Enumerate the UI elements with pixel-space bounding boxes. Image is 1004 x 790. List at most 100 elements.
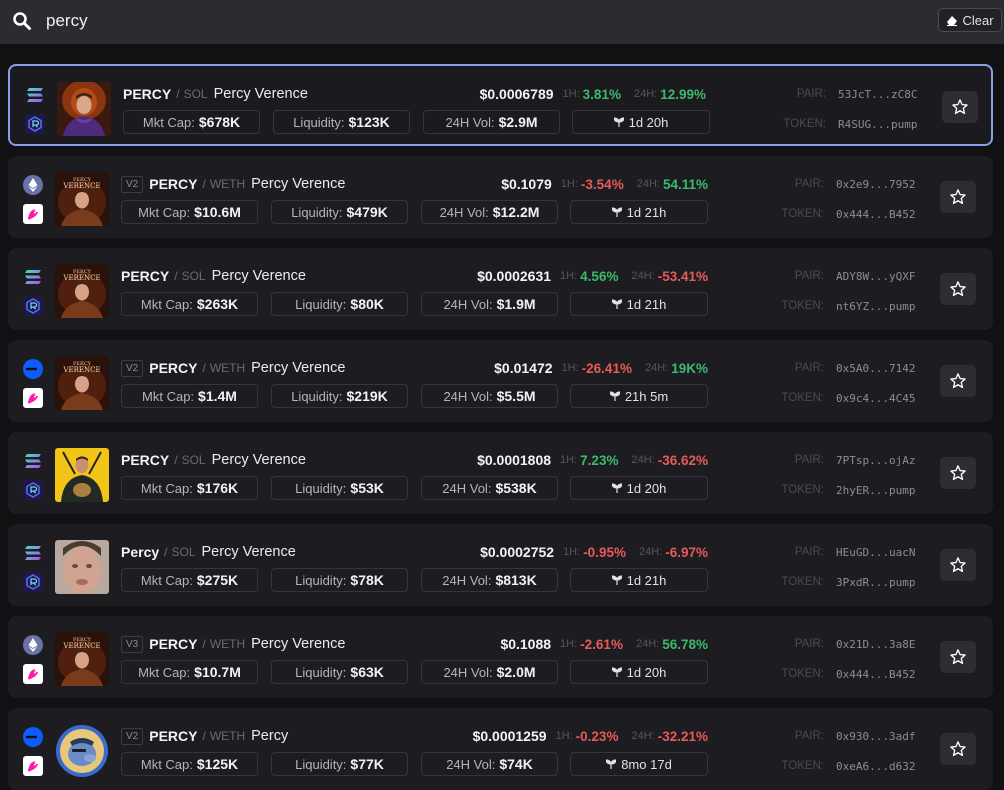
- token-address-value[interactable]: 0x9c4...4C45: [836, 392, 915, 405]
- quote-symbol: SOL: [181, 453, 206, 467]
- token-address-value[interactable]: 0x444...B452: [836, 668, 915, 681]
- result-row[interactable]: PERCY VERENCE V2 PERCY / WETH Percy Veren…: [8, 340, 993, 422]
- token-address-value[interactable]: R4SUG...pump: [838, 118, 917, 131]
- liquidity-label: Liquidity:: [291, 204, 343, 220]
- market-cap-label: Mkt Cap:: [138, 664, 191, 680]
- star-icon: [950, 189, 966, 205]
- volume-24h: 24H Vol: $1.9M: [421, 292, 558, 316]
- result-row[interactable]: V2 PERCY / WETH Percy $0.0001259 1H: -0.…: [8, 708, 993, 790]
- token-address-value[interactable]: 2hyER...pump: [836, 484, 915, 497]
- favorite-button[interactable]: [940, 641, 976, 673]
- pair-address-value[interactable]: HEuGD...uacN: [836, 546, 915, 559]
- pair-address[interactable]: PAIR: 53JcT...zC8C: [770, 88, 920, 101]
- token-name: Percy Verence: [211, 452, 306, 468]
- token-symbol: PERCY: [149, 176, 198, 192]
- pair-address[interactable]: PAIR: 0x930...3adf: [768, 730, 918, 743]
- star-icon: [950, 373, 966, 389]
- change-24h-label: 24H:: [635, 638, 660, 650]
- title-line: V3 PERCY / WETH Percy Verence: [121, 634, 345, 654]
- liquidity-value: $123K: [348, 114, 390, 130]
- token-address[interactable]: TOKEN: 2hyER...pump: [768, 484, 918, 497]
- volume-value: $2.0M: [496, 664, 536, 680]
- pair-address[interactable]: PAIR: 0x2e9...7952: [768, 178, 918, 191]
- pair-label: PAIR:: [794, 270, 824, 282]
- pair-address[interactable]: PAIR: HEuGD...uacN: [768, 546, 918, 559]
- token-avatar: PERCY VERENCE: [55, 356, 109, 410]
- token-address[interactable]: TOKEN: nt6YZ...pump: [768, 300, 918, 313]
- result-row[interactable]: PERCY VERENCE V2 PERCY / WETH Percy Veren…: [8, 156, 993, 238]
- token-address[interactable]: TOKEN: R4SUG...pump: [770, 118, 920, 131]
- pair-address[interactable]: PAIR: 7PTsp...ojAz: [768, 454, 918, 467]
- token-address[interactable]: TOKEN: 0xeA6...d632: [768, 760, 918, 773]
- clear-button[interactable]: Clear: [938, 8, 1002, 32]
- volume-label: 24H Vol:: [443, 296, 493, 312]
- liquidity: Liquidity: $219K: [271, 384, 408, 408]
- pair-label: PAIR:: [794, 454, 824, 466]
- volume-label: 24H Vol:: [443, 388, 493, 404]
- market-cap-value: $10.6M: [194, 204, 241, 220]
- pair-address-value[interactable]: 0x930...3adf: [836, 730, 915, 743]
- pair-address-value[interactable]: 0x21D...3a8E: [836, 638, 915, 651]
- pair-address[interactable]: PAIR: 0x21D...3a8E: [768, 638, 918, 651]
- favorite-button[interactable]: [940, 457, 976, 489]
- result-row[interactable]: PERCY / SOL Percy Verence $0.0001808 1H:…: [8, 432, 993, 514]
- market-cap: Mkt Cap: $10.6M: [121, 200, 258, 224]
- result-row[interactable]: PERCY / SOL Percy Verence $0.0006789 1H:…: [8, 64, 993, 146]
- token-address-value[interactable]: 0x444...B452: [836, 208, 915, 221]
- favorite-button[interactable]: [942, 91, 978, 123]
- favorite-button[interactable]: [940, 365, 976, 397]
- price: $0.0001808: [477, 452, 552, 468]
- token-address-value[interactable]: 0xeA6...d632: [836, 760, 915, 773]
- search-input[interactable]: [46, 8, 846, 34]
- token-address[interactable]: TOKEN: 3PxdR...pump: [768, 576, 918, 589]
- result-row[interactable]: PERCY VERENCE V3 PERCY / WETH Percy Veren…: [8, 616, 993, 698]
- pair-address-value[interactable]: 7PTsp...ojAz: [836, 454, 915, 467]
- change-1h-label: 1H:: [561, 362, 579, 374]
- change-1h: 4.56%: [580, 268, 619, 284]
- raydium-dex-icon: [23, 480, 43, 500]
- pair-address-value[interactable]: 53JcT...zC8C: [838, 88, 917, 101]
- pair-address[interactable]: PAIR: ADY8W...yQXF: [768, 270, 918, 283]
- favorite-button[interactable]: [940, 549, 976, 581]
- version-badge: V2: [121, 175, 144, 193]
- pair-address[interactable]: PAIR: 0x5A0...7142: [768, 362, 918, 375]
- result-row[interactable]: Percy / SOL Percy Verence $0.0002752 1H:…: [8, 524, 993, 606]
- liquidity: Liquidity: $77K: [271, 752, 408, 776]
- pair-address-value[interactable]: 0x5A0...7142: [836, 362, 915, 375]
- result-row[interactable]: PERCY VERENCE PERCY / SOL Percy Verence $…: [8, 248, 993, 330]
- price: $0.0002631: [477, 268, 552, 284]
- favorite-button[interactable]: [940, 273, 976, 305]
- change-1h: -0.23%: [575, 728, 619, 744]
- favorite-button[interactable]: [940, 181, 976, 213]
- market-cap: Mkt Cap: $678K: [123, 110, 260, 134]
- liquidity: Liquidity: $78K: [271, 568, 408, 592]
- token-address-value[interactable]: nt6YZ...pump: [836, 300, 915, 313]
- token-name: Percy Verence: [251, 636, 346, 652]
- pair-age: 1d 21h: [570, 292, 708, 316]
- quote-symbol: WETH: [209, 177, 246, 191]
- change-24h-label: 24H:: [644, 362, 669, 374]
- price: $0.1079: [501, 176, 552, 192]
- token-address[interactable]: TOKEN: 0x9c4...4C45: [768, 392, 918, 405]
- title-line: V2 PERCY / WETH Percy: [121, 726, 288, 746]
- volume-24h: 24H Vol: $813K: [421, 568, 558, 592]
- price-line: $0.0002752 1H: -0.95% 24H: -6.97%: [480, 542, 708, 562]
- pair-separator: /: [174, 269, 178, 283]
- volume-label: 24H Vol:: [439, 204, 489, 220]
- pair-label: PAIR:: [794, 546, 824, 558]
- base-chain-icon: [23, 727, 43, 747]
- volume-24h: 24H Vol: $74K: [421, 752, 558, 776]
- token-address[interactable]: TOKEN: 0x444...B452: [768, 668, 918, 681]
- solana-chain-icon: [23, 451, 43, 471]
- token-name: Percy Verence: [213, 86, 308, 102]
- price: $0.0006789: [479, 86, 554, 102]
- token-label: TOKEN:: [781, 576, 824, 588]
- pair-address-value[interactable]: ADY8W...yQXF: [836, 270, 915, 283]
- token-avatar: PERCY VERENCE: [55, 264, 109, 318]
- favorite-button[interactable]: [940, 733, 976, 765]
- token-address[interactable]: TOKEN: 0x444...B452: [768, 208, 918, 221]
- token-label: TOKEN:: [781, 208, 824, 220]
- token-address-value[interactable]: 3PxdR...pump: [836, 576, 915, 589]
- change-24h: 54.11%: [662, 176, 708, 192]
- pair-address-value[interactable]: 0x2e9...7952: [836, 178, 915, 191]
